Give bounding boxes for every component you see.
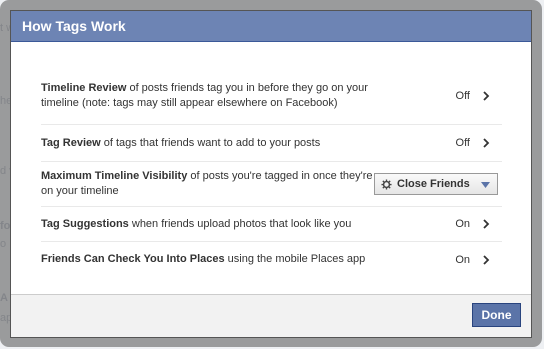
setting-title: Timeline Review	[41, 81, 127, 94]
dialog-title: How Tags Work	[11, 11, 531, 42]
setting-status: On	[455, 253, 470, 266]
setting-description: using the mobile Places app	[224, 253, 366, 265]
setting-text: Timeline Review of posts friends tag you…	[41, 81, 381, 111]
dropdown-value: Close Friends	[397, 178, 470, 190]
setting-title: Tag Suggestions	[41, 217, 129, 230]
dialog-footer: Done	[11, 294, 531, 337]
chevron-right-icon[interactable]	[480, 137, 492, 149]
setting-row-tag-suggestions[interactable]: Tag Suggestions when friends upload phot…	[41, 207, 502, 242]
setting-title: Tag Review	[41, 136, 101, 149]
caret-down-icon	[481, 182, 490, 188]
setting-status: Off	[455, 89, 470, 102]
setting-row-check-into-places[interactable]: Friends Can Check You Into Places using …	[41, 242, 502, 277]
setting-row-timeline-review[interactable]: Timeline Review of posts friends tag you…	[41, 67, 502, 125]
dialog-content: Timeline Review of posts friends tag you…	[11, 42, 531, 297]
how-tags-work-dialog: How Tags Work Timeline Review of posts f…	[10, 10, 532, 338]
setting-title: Maximum Timeline Visibility	[41, 170, 188, 182]
setting-description: of tags that friends want to add to your…	[100, 136, 321, 149]
chevron-right-icon[interactable]	[480, 90, 492, 102]
setting-text: Tag Review of tags that friends want to …	[41, 136, 381, 151]
setting-text: Tag Suggestions when friends upload phot…	[41, 217, 381, 232]
setting-description: when friends upload photos that look lik…	[128, 217, 352, 230]
gear-icon	[381, 178, 392, 190]
setting-title: Friends Can Check You Into Places	[41, 253, 225, 265]
setting-status: On	[455, 218, 470, 230]
chevron-right-icon[interactable]	[480, 254, 492, 266]
setting-status: Off	[455, 137, 470, 149]
setting-text: Friends Can Check You Into Places using …	[41, 252, 421, 267]
setting-row-tag-review[interactable]: Tag Review of tags that friends want to …	[41, 125, 502, 162]
done-button[interactable]: Done	[472, 303, 521, 327]
visibility-dropdown[interactable]: Close Friends	[374, 173, 498, 195]
setting-text: Maximum Timeline Visibility of posts you…	[41, 169, 381, 199]
setting-row-max-timeline-visibility: Maximum Timeline Visibility of posts you…	[41, 162, 502, 207]
chevron-right-icon[interactable]	[480, 218, 492, 230]
